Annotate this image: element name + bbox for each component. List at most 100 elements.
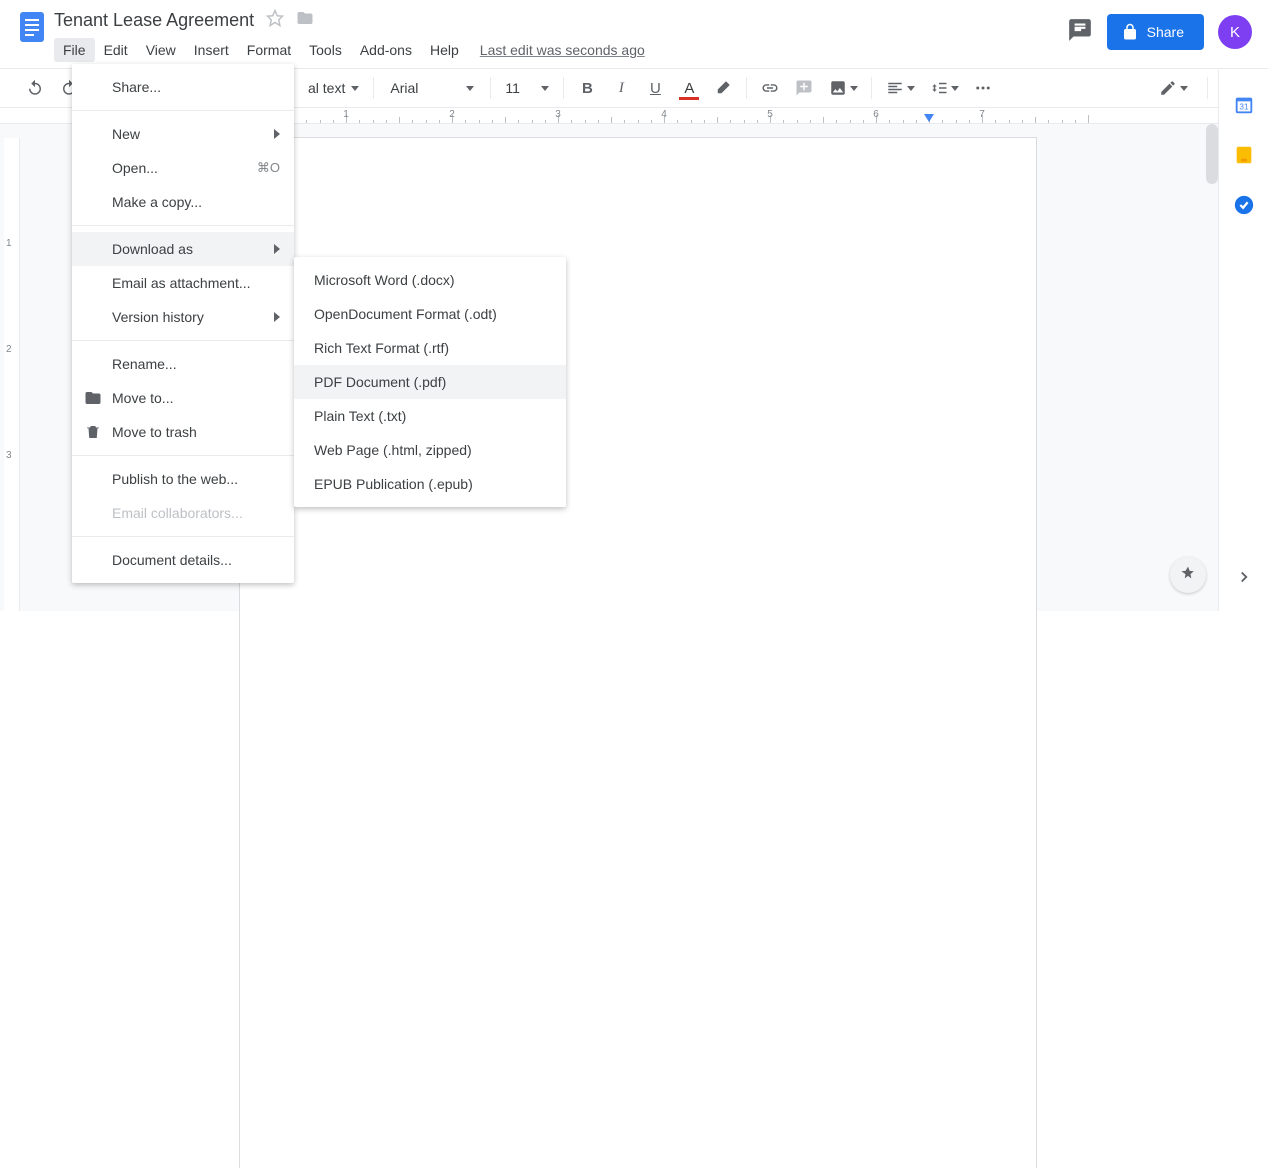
download-option[interactable]: Microsoft Word (.docx) [294,263,566,297]
menu-insert[interactable]: Insert [185,38,238,62]
line-spacing-button[interactable] [924,74,964,102]
title-block: Tenant Lease Agreement FileEditViewInser… [54,6,645,64]
file-menu-item[interactable]: Move to... [72,381,294,415]
insert-image-button[interactable] [823,74,863,102]
file-menu-item: Email collaborators... [72,496,294,530]
text-color-button[interactable]: A [674,74,704,102]
file-menu-item[interactable]: Document details... [72,543,294,577]
side-panel: 31 [1218,70,1268,611]
keep-addon-icon[interactable] [1233,144,1255,166]
svg-text:31: 31 [1239,103,1249,112]
menu-item-label: Email collaborators... [112,505,243,521]
move-folder-icon[interactable] [296,9,314,32]
menu-format[interactable]: Format [238,38,300,62]
download-as-submenu: Microsoft Word (.docx)OpenDocument Forma… [294,257,566,507]
menu-item-label: Publish to the web... [112,471,238,487]
menu-file[interactable]: File [54,38,95,62]
submenu-arrow-icon [274,244,280,254]
file-menu-item[interactable]: Version history [72,300,294,334]
file-menu-item[interactable]: Open... ⌘O [72,151,294,185]
highlight-button[interactable] [708,74,738,102]
insert-link-button[interactable] [755,74,785,102]
header-bar: Tenant Lease Agreement FileEditViewInser… [0,0,1268,68]
account-avatar[interactable]: K [1218,15,1252,49]
tasks-addon-icon[interactable] [1233,194,1255,216]
font-label: Arial [390,80,418,96]
download-option[interactable]: Rich Text Format (.rtf) [294,331,566,365]
vertical-ruler[interactable]: 123 [4,138,20,611]
share-label: Share [1147,24,1184,40]
download-option[interactable]: Web Page (.html, zipped) [294,433,566,467]
menu-add-ons[interactable]: Add-ons [351,38,421,62]
document-title[interactable]: Tenant Lease Agreement [54,10,254,31]
scrollbar-thumb[interactable] [1206,124,1218,184]
menu-item-label: Share... [112,79,161,95]
submenu-arrow-icon [274,312,280,322]
ruler-label: 2 [449,109,455,120]
italic-button[interactable]: I [606,74,636,102]
right-indent-marker[interactable] [924,114,934,122]
paragraph-style-label: al text [308,80,345,96]
hide-side-panel-button[interactable] [1235,568,1253,591]
ruler-label: 4 [661,109,667,120]
menu-item-label: Rename... [112,356,177,372]
chevron-down-icon [466,86,474,91]
file-menu-item[interactable]: Publish to the web... [72,462,294,496]
more-button[interactable] [968,74,998,102]
file-menu-item[interactable]: Email as attachment... [72,266,294,300]
explore-button[interactable] [1170,557,1206,593]
menu-item-label: Document details... [112,552,232,568]
file-menu-item[interactable]: Share... [72,70,294,104]
file-menu-item[interactable]: Download as [72,232,294,266]
insert-comment-button[interactable] [789,74,819,102]
font-size-dropdown[interactable]: 11 [499,74,555,102]
menu-tools[interactable]: Tools [300,38,351,62]
file-menu-item[interactable]: New [72,117,294,151]
chevron-down-icon [907,86,915,91]
ruler-label: 1 [343,109,349,120]
folder-icon [84,389,102,407]
star-icon[interactable] [266,9,284,32]
undo-button[interactable] [20,74,50,102]
file-menu-item[interactable]: Move to trash [72,415,294,449]
bold-button[interactable]: B [572,74,602,102]
ruler-label: 7 [979,109,985,120]
align-button[interactable] [880,74,920,102]
font-dropdown[interactable]: Arial [382,74,482,102]
last-edit-link[interactable]: Last edit was seconds ago [480,42,645,58]
shortcut-label: ⌘O [257,160,280,176]
chevron-down-icon [1180,86,1188,91]
app-logo-wrap [10,6,54,64]
menu-help[interactable]: Help [421,38,468,62]
file-menu-item[interactable]: Rename... [72,347,294,381]
menu-item-label: Download as [112,241,193,257]
menu-item-label: Make a copy... [112,194,202,210]
menu-item-label: Version history [112,309,204,325]
paragraph-style-dropdown[interactable]: al text [302,74,365,102]
calendar-addon-icon[interactable]: 31 [1233,94,1255,116]
underline-button[interactable]: U [640,74,670,102]
vertical-scrollbar[interactable] [1206,124,1218,611]
menu-view[interactable]: View [137,38,185,62]
download-option[interactable]: Plain Text (.txt) [294,399,566,433]
menu-item-label: Move to trash [112,424,197,440]
file-menu: Share... New Open... ⌘O Make a copy... Downlo… [72,64,294,583]
title-row: Tenant Lease Agreement [54,6,645,34]
ruler-label: 6 [873,109,879,120]
download-option[interactable]: OpenDocument Format (.odt) [294,297,566,331]
ruler-label: 5 [767,109,773,120]
download-option[interactable]: EPUB Publication (.epub) [294,467,566,501]
ruler-label: 3 [555,109,561,120]
download-option[interactable]: PDF Document (.pdf) [294,365,566,399]
file-menu-item[interactable]: Make a copy... [72,185,294,219]
menu-item-label: Open... [112,160,158,176]
menu-edit[interactable]: Edit [95,38,137,62]
lock-icon [1121,23,1139,41]
chevron-down-icon [351,86,359,91]
comments-icon[interactable] [1067,17,1093,48]
editing-mode-button[interactable] [1153,74,1193,102]
trash-icon [84,423,102,441]
share-button[interactable]: Share [1107,14,1204,50]
docs-logo-icon[interactable] [14,8,50,44]
chevron-down-icon [850,86,858,91]
